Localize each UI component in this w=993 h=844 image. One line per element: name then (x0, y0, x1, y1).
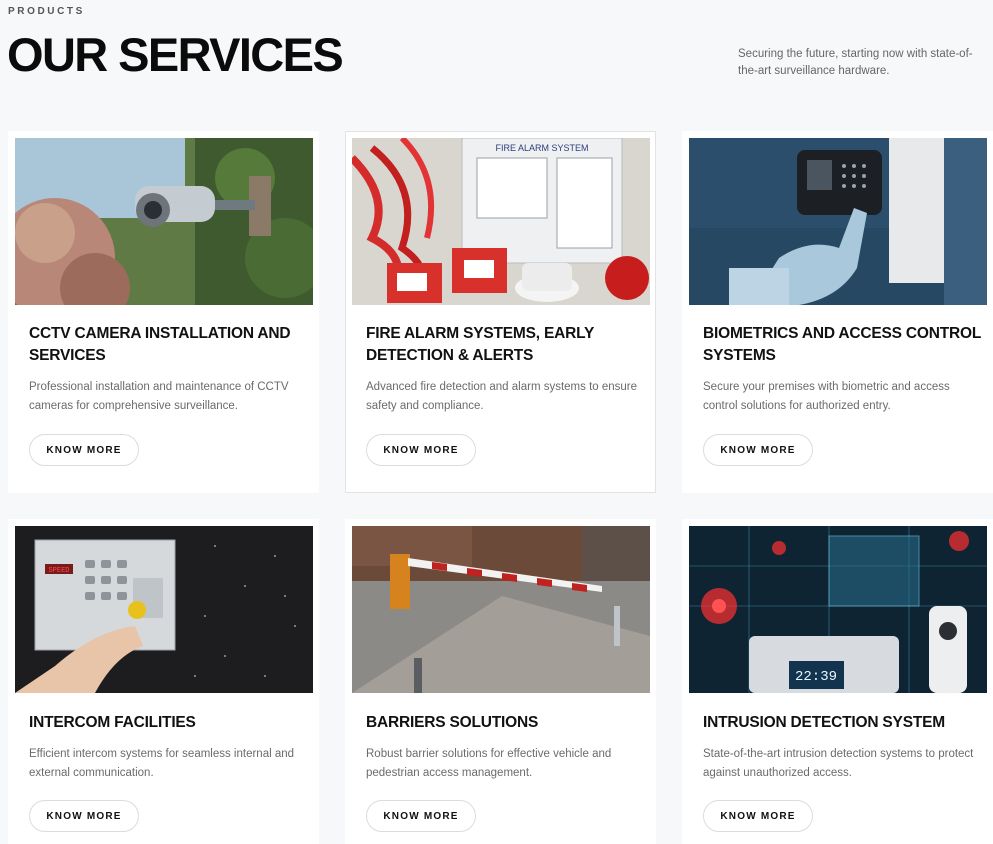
service-card-biometrics[interactable]: BIOMETRICS AND ACCESS CONTROL SYSTEMS Se… (682, 131, 993, 493)
intrusion-detection-image: 22:39 (689, 526, 987, 693)
fire-alarm-image: FIRE ALARM SYSTEM (352, 138, 650, 305)
display-label: SPEED (48, 567, 69, 575)
section-tagline: Securing the future, starting now with s… (738, 48, 973, 77)
service-description: Robust barrier solutions for effective v… (366, 748, 612, 779)
service-description: Secure your premises with biometric and … (703, 381, 950, 412)
section-eyebrow: PRODUCTS (8, 6, 85, 17)
know-more-button[interactable]: KNOW MORE (703, 434, 813, 466)
service-description: Professional installation and maintenanc… (29, 381, 289, 412)
service-title: BARRIERS SOLUTIONS (366, 714, 539, 731)
service-card-barriers[interactable]: BARRIERS SOLUTIONS Robust barrier soluti… (345, 519, 656, 844)
panel-label: FIRE ALARM SYSTEM (495, 143, 588, 153)
page-title: OUR SERVICES (7, 28, 344, 81)
service-description: Advanced fire detection and alarm system… (366, 381, 638, 412)
service-description: State-of-the-art intrusion detection sys… (703, 748, 974, 779)
service-card-intercom[interactable]: SPEED INTERCOM FACILITIES Efficient inte… (8, 519, 319, 844)
intercom-image: SPEED (15, 526, 313, 693)
cctv-camera-image (15, 138, 313, 305)
service-title: FIRE ALARM SYSTEMS, EARLY DETECTION & AL… (366, 325, 594, 364)
service-card-intrusion[interactable]: 22:39 INTRUSION DETECTION SYSTEM State-o… (682, 519, 993, 844)
barrier-image (352, 526, 650, 693)
know-more-button[interactable]: KNOW MORE (366, 434, 476, 466)
service-title: INTRUSION DETECTION SYSTEM (703, 714, 945, 731)
know-more-button[interactable]: KNOW MORE (29, 434, 139, 466)
service-card-cctv[interactable]: CCTV CAMERA INSTALLATION AND SERVICES Pr… (8, 131, 319, 493)
biometrics-image (689, 138, 987, 305)
know-more-button[interactable]: KNOW MORE (29, 800, 139, 832)
clock-display: 22:39 (795, 669, 837, 685)
service-description: Efficient intercom systems for seamless … (29, 748, 295, 779)
service-title: BIOMETRICS AND ACCESS CONTROL SYSTEMS (703, 325, 981, 364)
service-card-fire-alarm[interactable]: FIRE ALARM SYSTEM FIRE ALARM SYSTEMS, EA… (345, 131, 656, 493)
service-title: CCTV CAMERA INSTALLATION AND SERVICES (29, 325, 291, 364)
know-more-button[interactable]: KNOW MORE (366, 800, 476, 832)
know-more-button[interactable]: KNOW MORE (703, 800, 813, 832)
service-title: INTERCOM FACILITIES (29, 714, 196, 731)
